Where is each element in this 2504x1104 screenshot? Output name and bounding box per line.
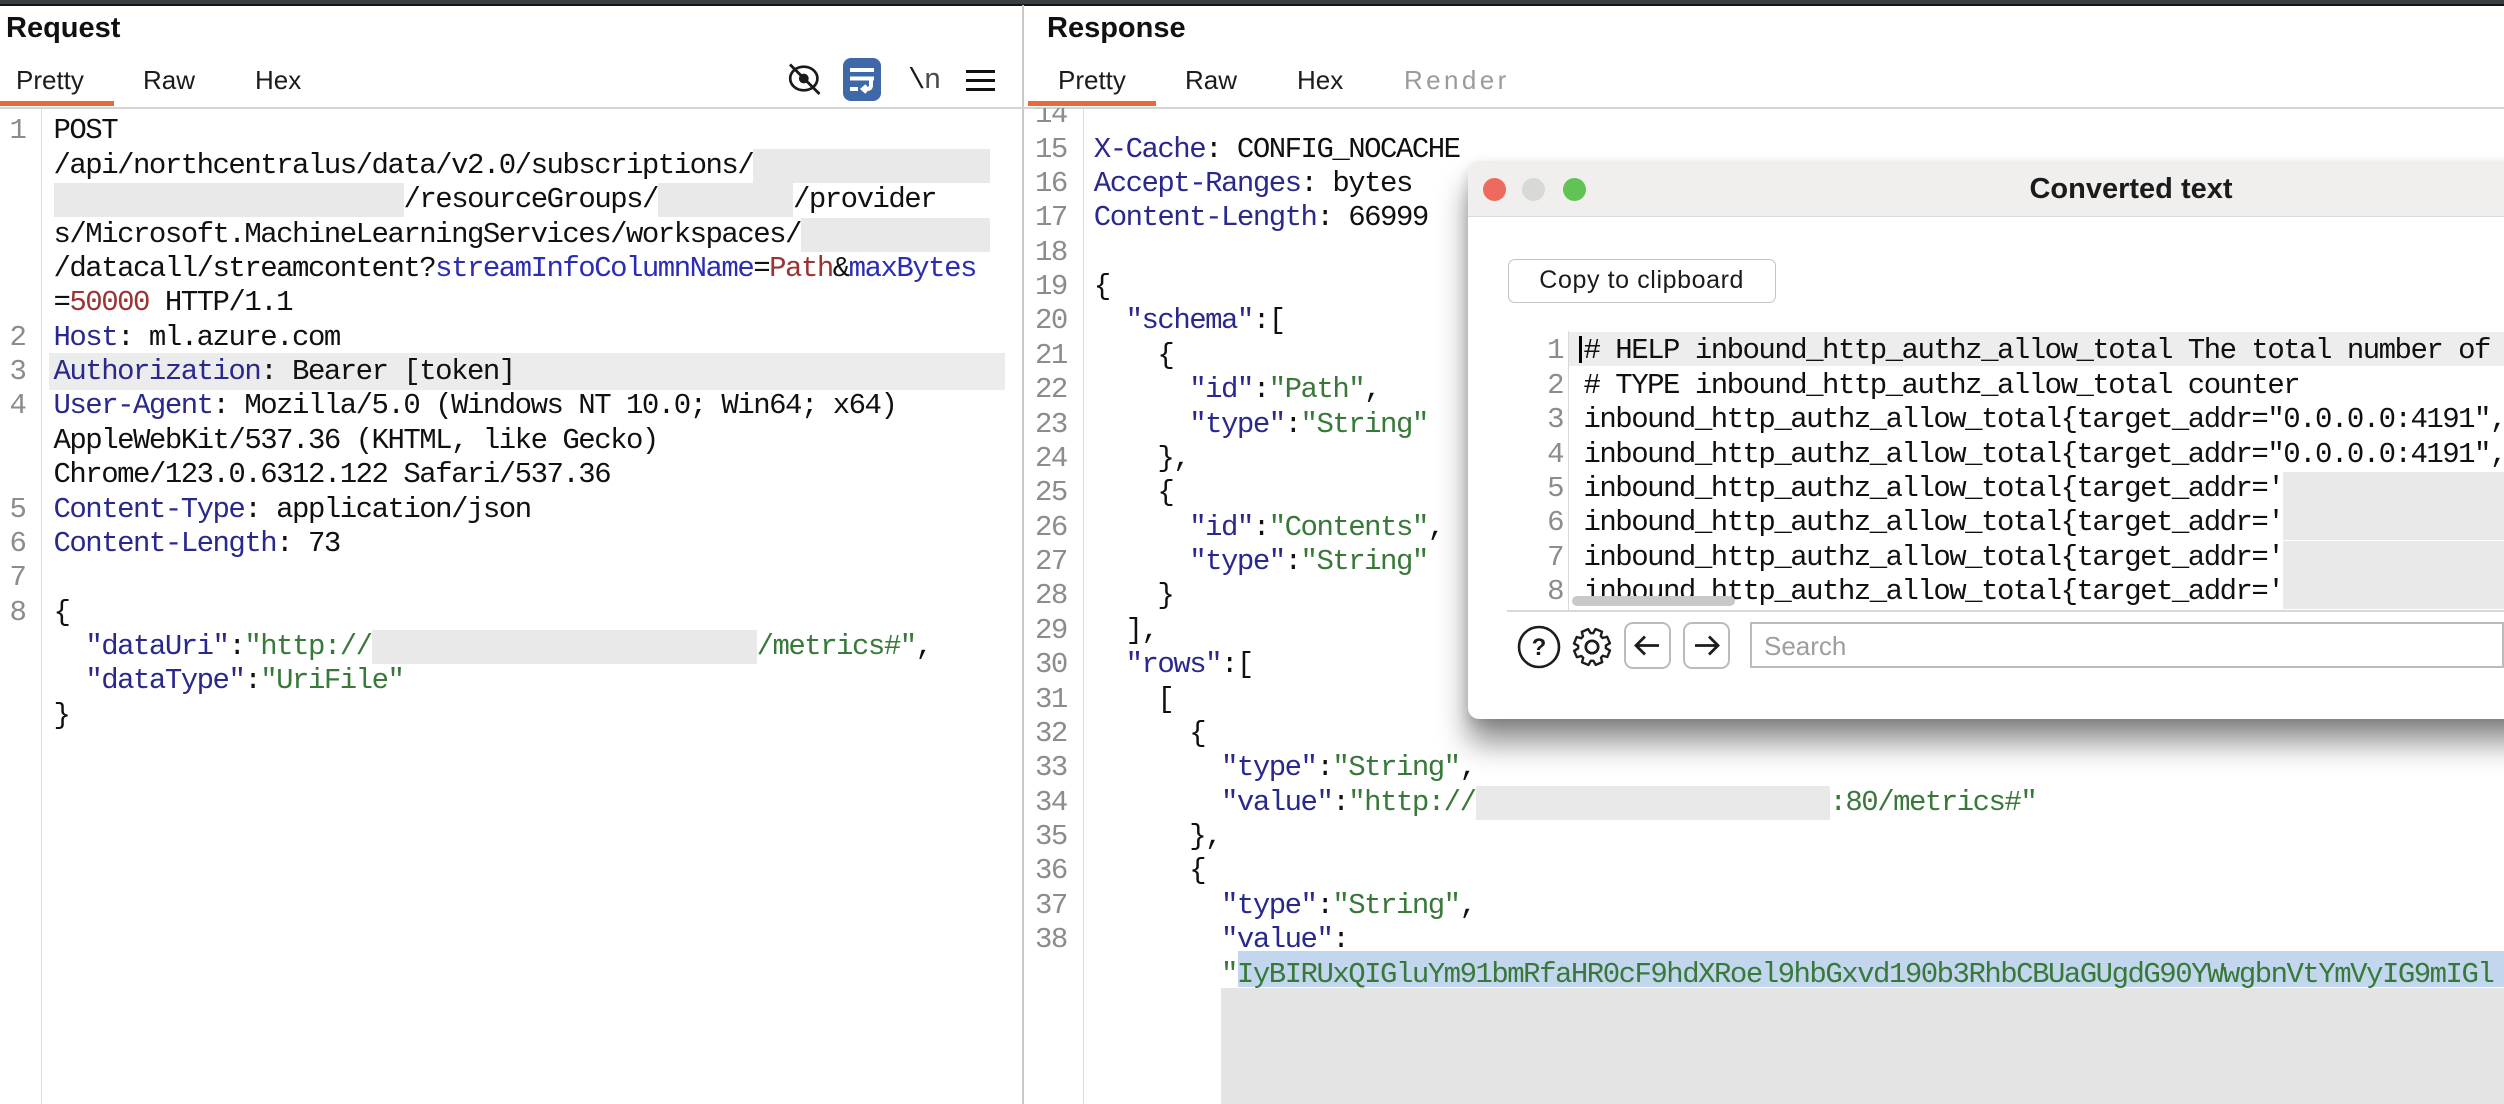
svg-text:?: ?	[1531, 634, 1546, 661]
